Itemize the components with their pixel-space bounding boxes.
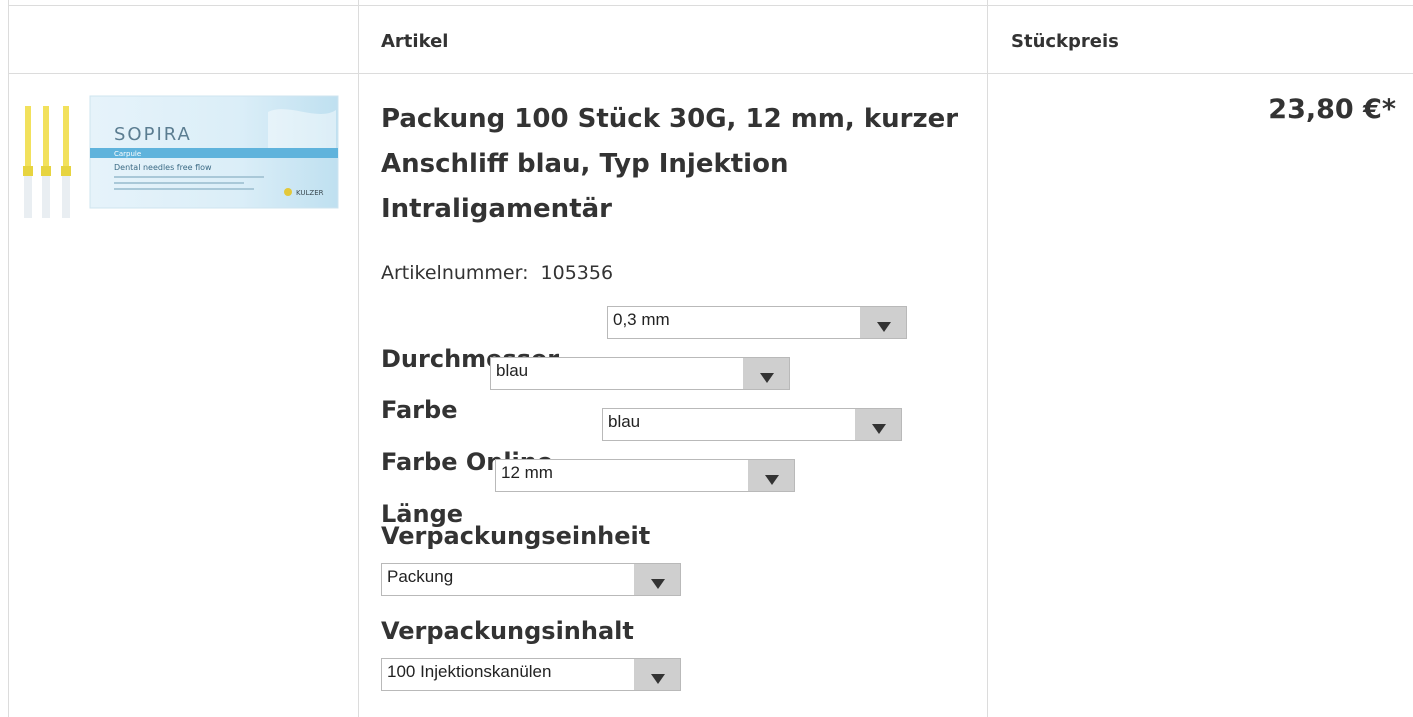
dropdown-arrow-icon[interactable] — [634, 659, 680, 690]
article-number-value: 105356 — [540, 262, 614, 284]
select-durchmesser-value: 0,3 mm — [613, 310, 670, 329]
select-laenge[interactable]: 12 mm — [495, 459, 795, 492]
select-farbe-online-value: blau — [608, 412, 641, 431]
property-label-farbe: Farbe — [381, 396, 458, 424]
article-number-label: Artikelnummer: — [381, 262, 529, 284]
dropdown-arrow-icon[interactable] — [634, 564, 680, 595]
product-title[interactable]: Packung 100 Stück 30G, 12 mm, kurzer Ans… — [381, 97, 971, 232]
column-divider — [987, 0, 988, 717]
select-verpackungsinhalt[interactable]: 100 Injektionskanülen — [381, 658, 681, 691]
column-header-unit-price: Stückpreis — [1011, 31, 1119, 52]
column-divider — [8, 0, 9, 717]
property-label-verpackungseinheit: Verpackungseinheit — [381, 522, 651, 550]
select-farbe-online[interactable]: blau — [602, 408, 902, 441]
product-image-graphic: SOPIRA Carpule Dental needles free flow … — [23, 95, 339, 218]
needle-icon — [23, 106, 71, 218]
select-farbe-value: blau — [496, 361, 529, 380]
select-laenge-value: 12 mm — [501, 463, 553, 482]
article-number-row: Artikelnummer: 105356 — [381, 262, 613, 284]
select-farbe[interactable]: blau — [490, 357, 790, 390]
dropdown-arrow-icon[interactable] — [743, 358, 789, 389]
column-header-article: Artikel — [381, 31, 449, 52]
header-divider — [8, 73, 1413, 74]
select-verpackungseinheit-value: Packung — [387, 567, 454, 586]
product-image[interactable]: SOPIRA Carpule Dental needles free flow … — [18, 92, 340, 222]
property-label-verpackungsinhalt: Verpackungsinhalt — [381, 617, 634, 645]
select-durchmesser[interactable]: 0,3 mm — [607, 306, 907, 339]
svg-text:Carpule: Carpule — [114, 150, 141, 158]
dropdown-arrow-icon[interactable] — [855, 409, 901, 440]
column-divider — [358, 0, 359, 717]
dropdown-arrow-icon[interactable] — [748, 460, 794, 491]
svg-text:SOPIRA: SOPIRA — [114, 124, 192, 145]
select-verpackungsinhalt-value: 100 Injektionskanülen — [387, 662, 552, 681]
svg-text:KULZER: KULZER — [296, 189, 324, 197]
top-border — [8, 5, 1413, 6]
unit-price: 23,80 €* — [1268, 94, 1396, 125]
dropdown-arrow-icon[interactable] — [860, 307, 906, 338]
select-verpackungseinheit[interactable]: Packung — [381, 563, 681, 596]
svg-text:Dental needles free flow: Dental needles free flow — [114, 163, 212, 172]
